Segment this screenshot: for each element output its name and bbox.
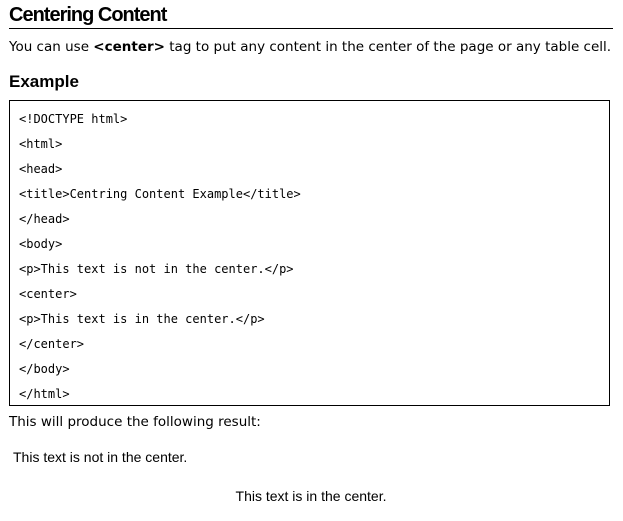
intro-center-tag: <center> <box>93 39 165 55</box>
example-heading: Example <box>9 72 79 91</box>
code-line: </center> <box>19 337 85 351</box>
code-line: <p>This text is not in the center.</p> <box>19 262 294 276</box>
intro-paragraph: You can use <center> tag to put any cont… <box>9 38 613 56</box>
code-line: <body> <box>19 237 63 251</box>
code-line: </html> <box>19 387 70 401</box>
code-line: <title>Centring Content Example</title> <box>19 187 301 201</box>
code-line: </head> <box>19 212 70 226</box>
code-line: <html> <box>19 137 63 151</box>
result-not-centered-text: This text is not in the center. <box>13 449 188 465</box>
result-intro-text: This will produce the following result: <box>9 414 261 430</box>
code-line: </body> <box>19 362 70 376</box>
code-line: <p>This text is in the center.</p> <box>19 312 265 326</box>
result-centered-text: This text is in the center. <box>235 488 387 504</box>
intro-text-before: You can use <box>9 39 94 55</box>
intro-text-after: tag to put any content in the center of … <box>164 39 612 55</box>
code-line: <head> <box>19 162 63 176</box>
section-heading: Centering Content <box>9 4 613 29</box>
code-line: <!DOCTYPE html> <box>19 112 128 126</box>
document-page: Centering Content You can use <center> t… <box>9 4 613 505</box>
code-example-box: <!DOCTYPE html> <html> <head> <title>Cen… <box>9 100 610 406</box>
code-line: <center> <box>19 287 77 301</box>
